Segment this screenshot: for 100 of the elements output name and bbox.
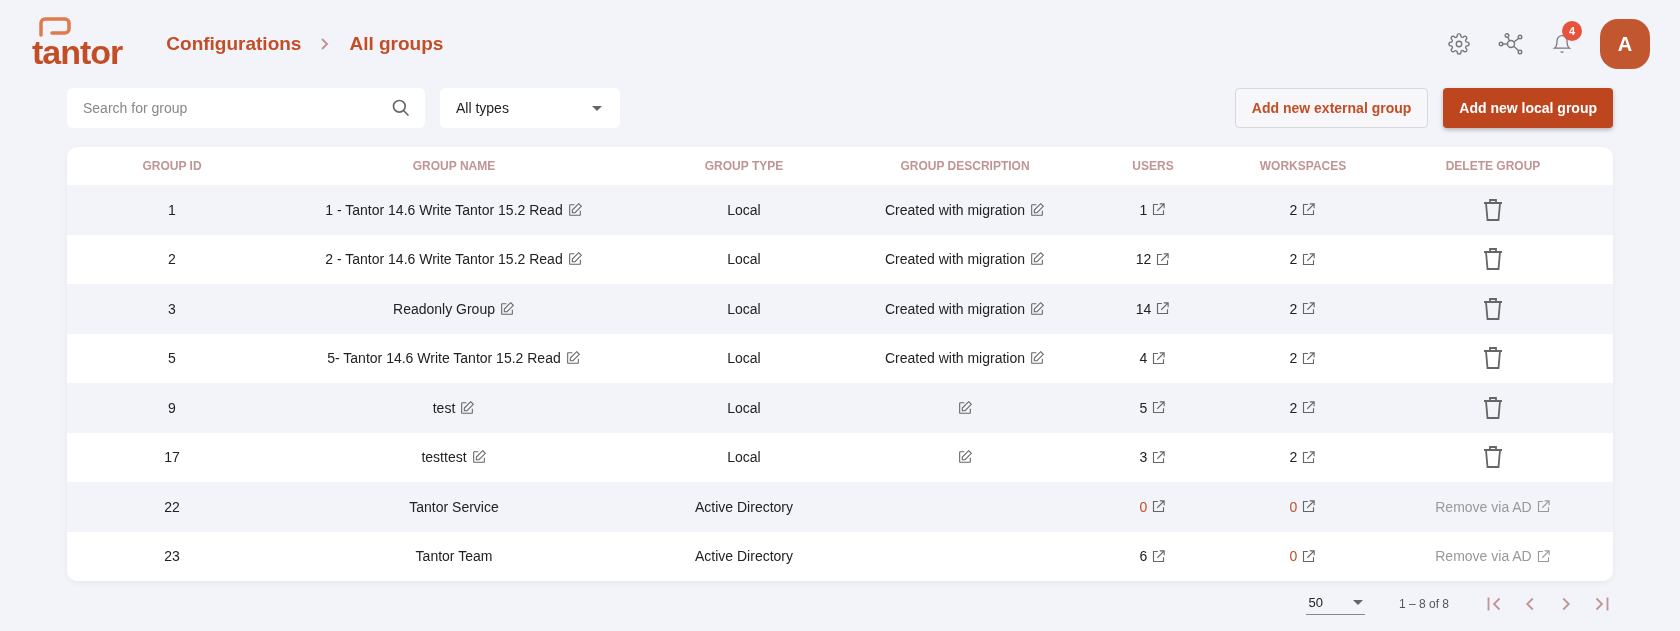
workspaces-count: 2 [1289, 251, 1298, 268]
external-link-icon [1535, 499, 1551, 515]
add-external-group-button[interactable]: Add new external group [1234, 88, 1429, 128]
edit-icon[interactable] [470, 449, 487, 466]
group-name: Tantor Service [409, 498, 499, 515]
external-link-icon[interactable] [1301, 202, 1317, 218]
caret-icon [592, 105, 602, 111]
external-link-icon[interactable] [1151, 400, 1167, 416]
external-link-icon[interactable] [1151, 202, 1167, 218]
column-header: WORKSPACES [1258, 159, 1348, 173]
notification-bell-icon[interactable] [1552, 33, 1572, 55]
notification-badge: 4 [1562, 21, 1582, 41]
group-name: testtest [421, 449, 467, 466]
group-description: Created with migration [884, 350, 1026, 367]
table-cell: Local [727, 201, 761, 218]
breadcrumb-link[interactable]: Configurations [166, 33, 302, 55]
table-cell: Local [727, 251, 761, 268]
tantor-logo[interactable]: tantor [30, 15, 125, 73]
add-local-group-button[interactable]: Add new local group [1443, 88, 1613, 128]
edit-icon[interactable] [1029, 350, 1046, 367]
search-icon [391, 98, 411, 118]
table-cell: Local [727, 300, 761, 317]
edit-icon[interactable] [1029, 251, 1046, 268]
delete-icon[interactable] [1483, 247, 1503, 272]
page-size-select[interactable]: 50 [1306, 593, 1365, 615]
external-link-icon[interactable] [1301, 499, 1317, 515]
delete-icon[interactable] [1483, 296, 1503, 321]
edit-icon[interactable] [498, 300, 515, 317]
external-link-icon[interactable] [1301, 400, 1317, 416]
delete-icon[interactable] [1483, 445, 1503, 470]
workspaces-count: 2 [1289, 201, 1298, 218]
edit-icon[interactable] [564, 350, 581, 367]
group-name: test [432, 399, 456, 416]
type-dropdown[interactable]: All types [440, 88, 620, 128]
edit-icon[interactable] [566, 251, 583, 268]
external-link-icon[interactable] [1151, 449, 1167, 465]
table-cell: 2 [168, 251, 176, 268]
group-name: 5- Tantor 14.6 Write Tantor 15.2 Read [327, 350, 561, 367]
external-link-icon[interactable] [1301, 301, 1317, 317]
table-cell: 1 [168, 201, 176, 218]
group-name: 1 - Tantor 14.6 Write Tantor 15.2 Read [325, 201, 563, 218]
external-link-icon[interactable] [1155, 251, 1171, 267]
table-cell: 9 [168, 399, 176, 416]
delete-icon[interactable] [1483, 346, 1503, 371]
group-description: Created with migration [884, 251, 1026, 268]
user-avatar[interactable]: A [1600, 19, 1650, 69]
group-name: Tantor Team [415, 548, 493, 565]
edit-icon[interactable] [957, 399, 973, 416]
remove-via-ad-link[interactable]: Remove via AD [1435, 548, 1551, 565]
page-range: 1 – 8 of 8 [1398, 597, 1449, 611]
workspaces-count: 2 [1289, 300, 1298, 317]
group-name: Readonly Group [393, 300, 495, 317]
settings-icon[interactable] [1448, 33, 1470, 55]
delete-icon[interactable] [1483, 395, 1503, 420]
external-link-icon[interactable] [1301, 251, 1317, 267]
users-count: 14 [1135, 300, 1152, 317]
workspaces-count: 2 [1289, 350, 1298, 367]
search-field[interactable]: Search for group [67, 88, 425, 128]
users-count: 6 [1139, 548, 1148, 565]
external-link-icon[interactable] [1155, 301, 1171, 317]
external-link-icon[interactable] [1301, 350, 1317, 366]
table-cell: 3 [168, 300, 176, 317]
users-count: 4 [1139, 350, 1148, 367]
external-link-icon[interactable] [1151, 350, 1167, 366]
breadcrumb-current[interactable]: All groups [349, 33, 444, 55]
users-count: 0 [1139, 498, 1148, 515]
table-cell: 23 [164, 548, 180, 565]
external-link-icon[interactable] [1151, 499, 1167, 515]
table-cell: Local [727, 350, 761, 367]
group-name: 2 - Tantor 14.6 Write Tantor 15.2 Read [325, 251, 563, 268]
column-header: GROUP ID [141, 159, 203, 173]
column-header: GROUP TYPE [703, 159, 785, 173]
column-header: GROUP NAME [411, 159, 497, 173]
table-cell: Local [727, 449, 761, 466]
caret-icon [1352, 600, 1363, 605]
table-cell: Active Directory [695, 498, 793, 515]
edit-icon[interactable] [1029, 300, 1046, 317]
edit-icon[interactable] [957, 449, 973, 466]
users-count: 3 [1139, 449, 1148, 466]
edit-icon[interactable] [459, 399, 476, 416]
group-description: Created with migration [884, 201, 1026, 218]
external-link-icon[interactable] [1301, 449, 1317, 465]
external-link-icon[interactable] [1301, 548, 1317, 564]
column-header: DELETE GROUP [1444, 159, 1542, 173]
table-cell: Active Directory [695, 548, 793, 565]
workspaces-count: 2 [1289, 399, 1298, 416]
network-icon[interactable] [1498, 33, 1524, 55]
delete-icon[interactable] [1483, 197, 1503, 222]
remove-via-ad-link[interactable]: Remove via AD [1435, 498, 1551, 515]
external-link-icon [1535, 548, 1551, 564]
external-link-icon[interactable] [1151, 548, 1167, 564]
column-header: USERS [1131, 159, 1175, 173]
table-cell: 22 [164, 498, 180, 515]
users-count: 5 [1139, 399, 1148, 416]
users-count: 12 [1135, 251, 1152, 268]
edit-icon[interactable] [1029, 201, 1046, 218]
workspaces-count: 2 [1289, 449, 1298, 466]
column-header: GROUP DESCRIPTION [899, 159, 1031, 173]
table-cell: 5 [168, 350, 176, 367]
edit-icon[interactable] [566, 201, 583, 218]
